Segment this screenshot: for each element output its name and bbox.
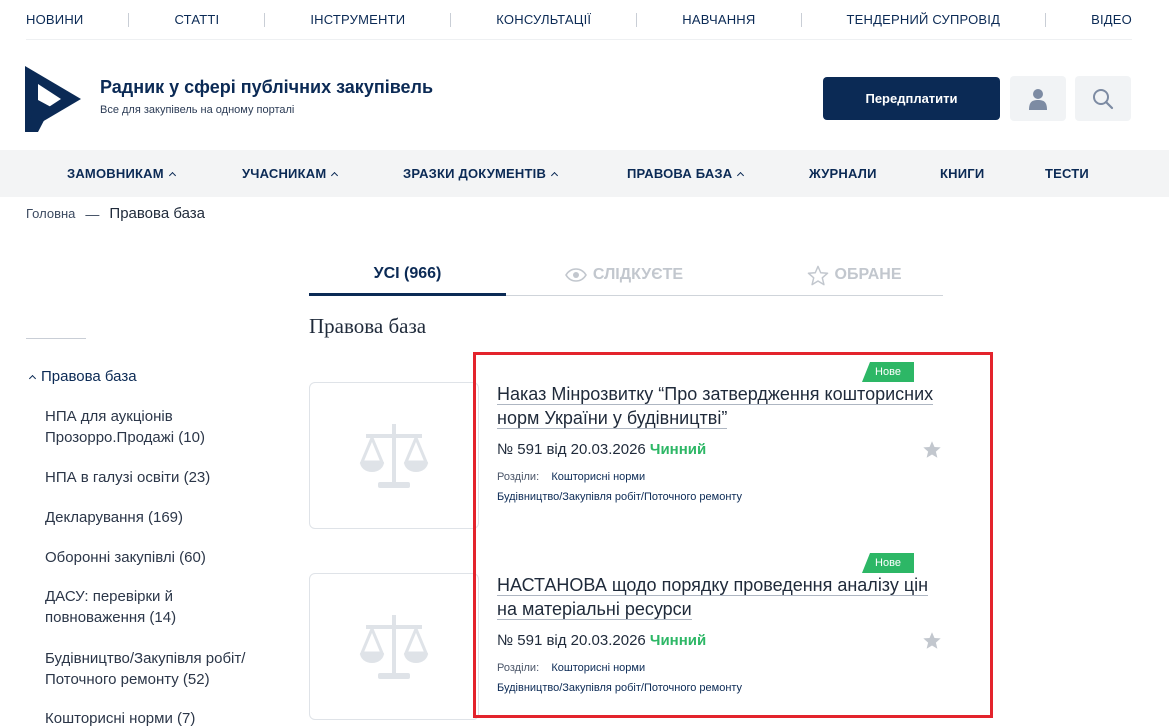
topnav-learning[interactable]: НАВЧАННЯ <box>682 12 755 27</box>
topnav-tools[interactable]: ІНСТРУМЕНТИ <box>310 12 405 27</box>
sidebar-item-prozorro-sales[interactable]: НПА для аукціонів Прозорро.Продажі (10) <box>45 406 235 448</box>
sidebar-item-declaration[interactable]: Декларування (169) <box>45 507 285 528</box>
topnav-articles[interactable]: СТАТТІ <box>174 12 219 27</box>
breadcrumb: Головна — Правова база <box>26 205 205 222</box>
chevron-up-icon <box>331 171 339 179</box>
topnav-news[interactable]: НОВИНИ <box>26 12 83 27</box>
mainnav-customers[interactable]: ЗАМОВНИКАМ <box>67 150 176 197</box>
topnav-separator <box>264 12 266 27</box>
user-icon <box>1029 88 1047 110</box>
topnav-separator <box>128 12 130 27</box>
site-logo[interactable] <box>25 66 81 132</box>
tab-following[interactable]: СЛІДКУЄТЕ <box>549 255 699 295</box>
sidebar-item-construction[interactable]: Будівництво/Закупівля робіт/ Поточного р… <box>45 648 285 690</box>
topnav-separator <box>800 12 802 27</box>
topnav-tender-support[interactable]: ТЕНДЕРНИЙ СУПРОВІД <box>847 12 1001 27</box>
topnav-video[interactable]: ВІДЕО <box>1091 12 1132 27</box>
sidebar-item-cost-norms[interactable]: Кошторисні норми (7) <box>45 708 285 728</box>
account-button[interactable] <box>1010 76 1066 121</box>
mainnav-journals[interactable]: ЖУРНАЛИ <box>809 150 877 197</box>
breadcrumb-separator: — <box>85 205 100 222</box>
chevron-up-icon <box>551 171 559 179</box>
scales-icon <box>359 614 429 679</box>
star-icon <box>807 265 828 285</box>
top-navigation: НОВИНИ СТАТТІ ІНСТРУМЕНТИ КОНСУЛЬТАЦІЇ Н… <box>26 0 1132 40</box>
main-navigation: ЗАМОВНИКАМ УЧАСНИКАМ ЗРАЗКИ ДОКУМЕНТІВ П… <box>0 150 1169 197</box>
topnav-separator <box>1045 12 1047 27</box>
document-thumbnail[interactable] <box>309 382 479 529</box>
page-title: Правова база <box>309 314 427 338</box>
sidebar-item-education[interactable]: НПА в галузі освіти (23) <box>45 467 285 488</box>
sidebar-divider <box>26 338 86 339</box>
highlight-frame <box>473 352 993 718</box>
mainnav-books[interactable]: КНИГИ <box>940 150 984 197</box>
mainnav-document-samples[interactable]: ЗРАЗКИ ДОКУМЕНТІВ <box>403 150 559 197</box>
breadcrumb-current: Правова база <box>109 205 205 222</box>
topnav-consultations[interactable]: КОНСУЛЬТАЦІЇ <box>496 12 591 27</box>
mainnav-tests[interactable]: ТЕСТИ <box>1045 150 1089 197</box>
sidebar-root-legal-base[interactable]: Правова база <box>28 368 137 385</box>
chevron-up-icon <box>168 171 176 179</box>
scales-icon <box>359 423 429 488</box>
topnav-separator <box>636 12 638 27</box>
brand-subtitle: Все для закупівель на одному порталі <box>100 104 295 116</box>
chevron-up-icon <box>737 171 745 179</box>
sidebar-item-defense[interactable]: Оборонні закупівлі (60) <box>45 547 285 568</box>
mainnav-legal-base[interactable]: ПРАВОВА БАЗА <box>627 150 745 197</box>
search-icon <box>1093 88 1114 109</box>
tab-all[interactable]: УСІ (966) <box>309 255 506 296</box>
subscribe-button[interactable]: Передплатити <box>823 77 1000 120</box>
eye-icon <box>564 268 587 282</box>
chevron-up-icon <box>28 374 37 382</box>
mainnav-participants[interactable]: УЧАСНИКАМ <box>242 150 339 197</box>
document-thumbnail[interactable] <box>309 573 479 720</box>
brand-title[interactable]: Радник у сфері публічних закупівель <box>100 77 433 98</box>
filter-tabs: УСІ (966) СЛІДКУЄТЕ ОБРАНЕ <box>309 255 943 296</box>
search-button[interactable] <box>1075 76 1131 121</box>
sidebar-item-dasu[interactable]: ДАСУ: перевірки й повноваження (14) <box>45 586 220 628</box>
topnav-separator <box>450 12 452 27</box>
tab-favorites[interactable]: ОБРАНЕ <box>779 255 929 295</box>
breadcrumb-home[interactable]: Головна <box>26 206 75 221</box>
